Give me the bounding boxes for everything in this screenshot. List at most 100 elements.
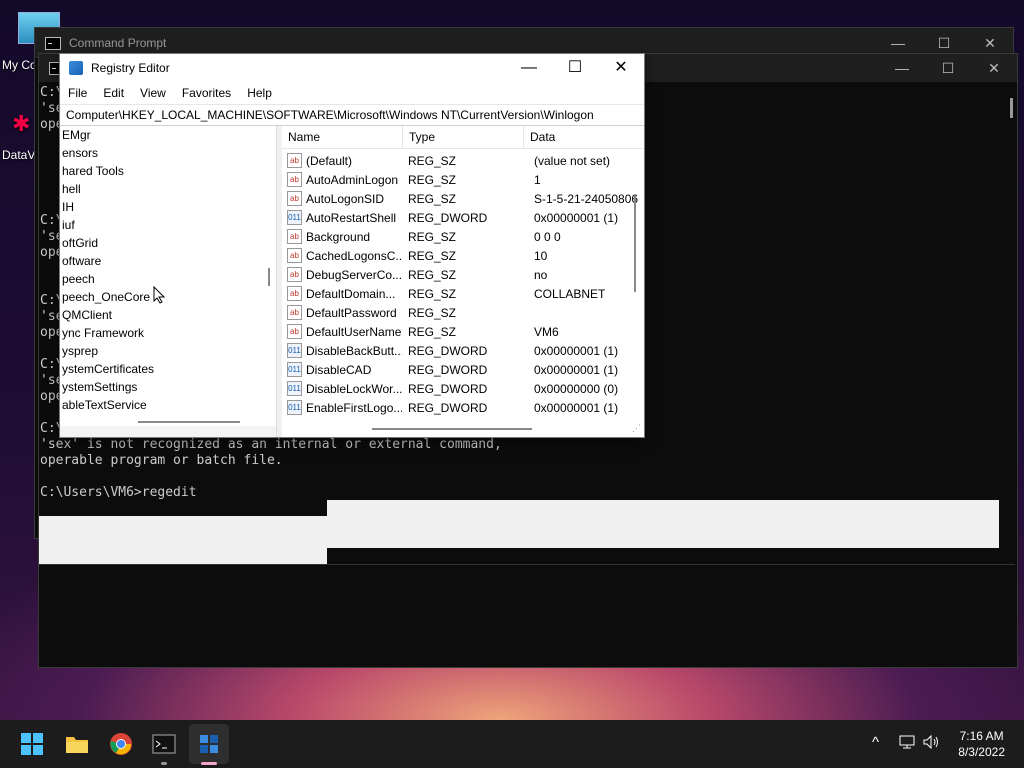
value-data: 0x00000001 (1) <box>534 343 619 358</box>
resize-grip-icon[interactable]: ⋰ <box>632 423 641 434</box>
value-row[interactable]: ab DefaultPassword REG_SZ <box>282 303 644 322</box>
value-row[interactable]: ab AutoAdminLogon REG_SZ 1 <box>282 170 644 189</box>
tree-key-item[interactable]: hared Tools <box>60 162 276 180</box>
scrollbar-thumb[interactable] <box>634 196 636 292</box>
tree-key-item[interactable]: iuf <box>60 216 276 234</box>
registry-editor-icon <box>69 61 83 75</box>
scrollbar-thumb[interactable] <box>138 421 240 423</box>
value-row[interactable]: ab (Default) REG_SZ (value not set) <box>282 151 644 170</box>
tree-key-item[interactable]: QMClient <box>60 306 276 324</box>
selection-highlight <box>327 500 999 548</box>
maximize-button[interactable]: ☐ <box>925 53 971 83</box>
value-data: 1 <box>534 172 541 187</box>
tree-key-item[interactable]: peech_OneCore <box>60 288 276 306</box>
column-header-name[interactable]: Name <box>282 126 403 148</box>
value-name-cell: ab AutoAdminLogon <box>282 172 402 187</box>
tree-key-item[interactable]: oftware <box>60 252 276 270</box>
key-tree[interactable]: EMgr ensors hared Tools hell IH iuf oftGrid oft… <box>60 126 276 426</box>
mouse-cursor-icon <box>153 285 166 307</box>
tree-key-item[interactable]: oftGrid <box>60 234 276 252</box>
volume-icon[interactable] <box>922 734 940 754</box>
value-row[interactable]: ab DefaultDomain... REG_SZ COLLABNET <box>282 284 644 303</box>
string-value-icon: ab <box>287 286 302 301</box>
value-name: DefaultUserName <box>306 324 402 339</box>
value-row[interactable]: ab AutoLogonSID REG_SZ S-1-5-21-24050806 <box>282 189 644 208</box>
clock-date: 8/3/2022 <box>958 745 1005 759</box>
string-value-icon: ab <box>287 153 302 168</box>
value-type: REG_SZ <box>408 286 457 301</box>
address-bar[interactable]: Computer\HKEY_LOCAL_MACHINE\SOFTWARE\Mic… <box>60 104 644 126</box>
tree-key-item[interactable]: ableTextService <box>60 396 276 414</box>
close-button[interactable]: ✕ <box>971 53 1017 83</box>
menu-help[interactable]: Help <box>239 86 280 100</box>
value-name: DefaultDomain... <box>306 286 396 301</box>
value-row[interactable]: 011 DisableBackButt... REG_DWORD 0x00000001… <box>282 341 644 360</box>
scrollbar-thumb[interactable] <box>1010 98 1013 118</box>
console-error-line: 'sex' is not recognized as an internal o… <box>40 437 502 452</box>
command-prompt-icon <box>45 36 61 50</box>
command-prompt-icon[interactable] <box>152 732 176 756</box>
network-icon[interactable] <box>898 734 916 754</box>
value-name-cell: 011 DisableCAD <box>282 362 402 377</box>
string-value-icon: ab <box>287 248 302 263</box>
tree-key-item[interactable]: EMgr <box>60 126 276 144</box>
value-row[interactable]: ab DefaultUserName REG_SZ VM6 <box>282 322 644 341</box>
string-value-icon: ab <box>287 324 302 339</box>
active-indicator <box>201 762 217 765</box>
value-data: 10 <box>534 248 548 263</box>
tree-key-item[interactable]: ensors <box>60 144 276 162</box>
registry-editor-window[interactable]: Registry Editor — ☐ ✕ File Edit View Fav… <box>59 53 645 438</box>
value-row[interactable]: 011 DisableCAD REG_DWORD 0x00000001 (1) <box>282 360 644 379</box>
windows-start-icon[interactable] <box>20 732 44 756</box>
column-header-data[interactable]: Data <box>524 126 640 148</box>
value-type: REG_SZ <box>408 267 457 282</box>
scrollbar-thumb[interactable] <box>372 428 532 430</box>
tree-key-item[interactable]: peech <box>60 270 276 288</box>
menu-bar: File Edit View Favorites Help <box>60 82 644 104</box>
show-hidden-icons-chevron-icon[interactable]: ^ <box>872 734 879 751</box>
close-button[interactable]: ✕ <box>598 54 644 82</box>
binary-value-icon: 011 <box>287 400 302 415</box>
menu-file[interactable]: File <box>60 86 95 100</box>
value-row[interactable]: 011 EnableFirstLogo... REG_DWORD 0x00000001… <box>282 398 644 417</box>
value-data: 0x00000001 (1) <box>534 362 619 377</box>
menu-edit[interactable]: Edit <box>95 86 132 100</box>
string-value-icon: ab <box>287 191 302 206</box>
tree-key-item[interactable]: ystemCertificates <box>60 360 276 378</box>
title-bar[interactable]: Registry Editor — ☐ ✕ <box>60 54 644 82</box>
value-row[interactable]: ab CachedLogonsC... REG_SZ 10 <box>282 246 644 265</box>
value-row[interactable]: ab DebugServerCo... REG_SZ no <box>282 265 644 284</box>
chrome-icon[interactable] <box>109 732 133 756</box>
value-name-cell: 011 DisableBackButt... <box>282 343 402 358</box>
value-row[interactable]: 011 DisableLockWor... REG_DWORD 0x00000000 … <box>282 379 644 398</box>
minimize-button[interactable]: — <box>879 53 925 83</box>
tree-key-item[interactable]: ysprep <box>60 342 276 360</box>
value-name: AutoRestartShell <box>306 210 397 225</box>
registry-editor-icon[interactable] <box>197 732 221 756</box>
clock-time: 7:16 AM <box>959 729 1004 743</box>
menu-favorites[interactable]: Favorites <box>174 86 239 100</box>
menu-view[interactable]: View <box>132 86 174 100</box>
tree-key-item[interactable]: IH <box>60 198 276 216</box>
value-name: DisableLockWor... <box>306 381 402 396</box>
file-explorer-icon[interactable] <box>65 732 89 756</box>
tree-key-item[interactable]: ync Framework <box>60 324 276 342</box>
tree-key-item[interactable]: ystemSettings <box>60 378 276 396</box>
value-name-cell: 011 EnableFirstLogo... <box>282 400 402 415</box>
value-list[interactable]: Name Type Data ab (Default) REG_SZ (value n… <box>282 126 644 437</box>
value-row[interactable]: 011 AutoRestartShell REG_DWORD 0x00000001 (… <box>282 208 644 227</box>
value-row[interactable]: ab Background REG_SZ 0 0 0 <box>282 227 644 246</box>
value-data: S-1-5-21-24050806 <box>534 191 639 206</box>
console-error-line: operable program or batch file. <box>40 453 283 468</box>
system-clock[interactable]: 7:16 AM 8/3/2022 <box>958 728 1005 760</box>
minimize-button[interactable]: — <box>506 54 552 82</box>
maximize-button[interactable]: ☐ <box>552 54 598 82</box>
value-name: AutoLogonSID <box>306 191 385 206</box>
column-header-type[interactable]: Type <box>403 126 524 148</box>
value-data: COLLABNET <box>534 286 606 301</box>
scrollbar-thumb[interactable] <box>268 268 270 286</box>
value-type: REG_SZ <box>408 229 457 244</box>
value-name-cell: ab (Default) <box>282 153 402 168</box>
binary-value-icon: 011 <box>287 210 302 225</box>
tree-key-item[interactable]: hell <box>60 180 276 198</box>
